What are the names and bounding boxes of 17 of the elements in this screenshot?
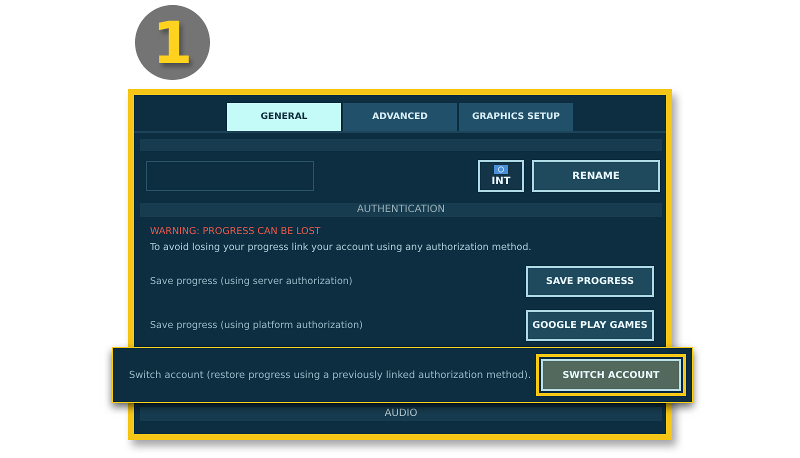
action-button[interactable]: GOOGLE PLAY GAMES: [526, 310, 654, 340]
action-button[interactable]: SWITCH ACCOUNT: [541, 359, 681, 391]
action-button[interactable]: SAVE PROGRESS: [526, 266, 654, 296]
rename-button[interactable]: RENAME: [532, 160, 660, 192]
tab[interactable]: GENERAL: [227, 103, 341, 131]
row-label: Save progress (using platform authorization): [150, 320, 363, 330]
tab[interactable]: GRAPHICS SETUP: [459, 103, 573, 131]
step-number-badge: 1: [135, 5, 210, 80]
description-text: To avoid losing your progress link your account using any authorization method.: [150, 242, 532, 253]
warning-text: WARNING: PROGRESS CAN BE LOST: [150, 226, 322, 237]
section-header: AUTHENTICATION: [140, 203, 662, 217]
tab[interactable]: ADVANCED: [343, 103, 457, 131]
section-header: AUDIO: [140, 407, 662, 421]
row-label: Switch account (restore progress using a previously linked authorization method).: [129, 370, 531, 380]
region-button[interactable]: INT: [478, 160, 524, 192]
row-label: Save progress (using server authorization): [150, 276, 353, 286]
name-field[interactable]: [146, 161, 314, 191]
